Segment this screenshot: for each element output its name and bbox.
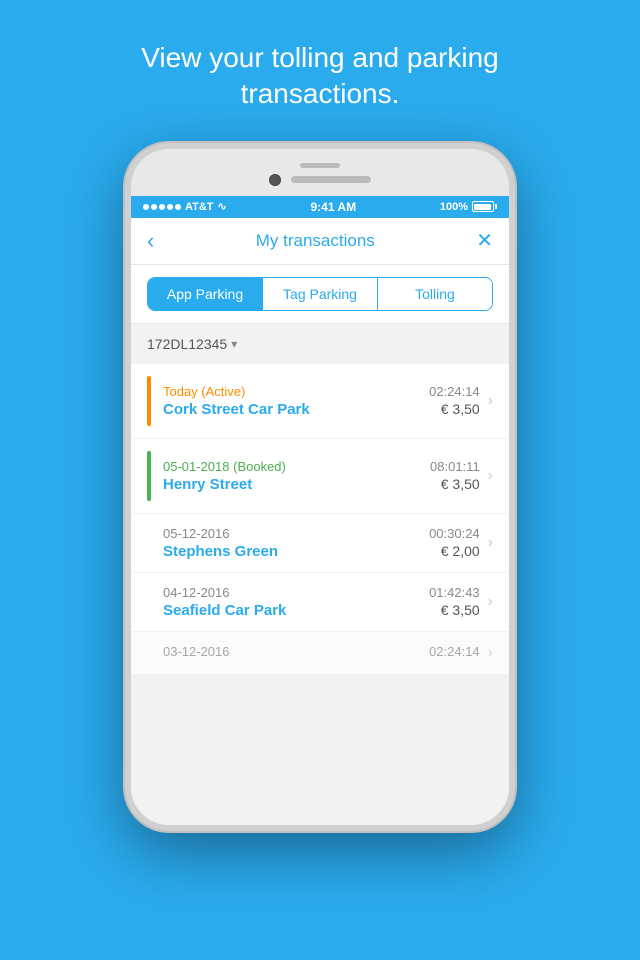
close-button[interactable]: ✕ xyxy=(476,228,493,253)
transaction-details: 01:42:43 € 3,50 xyxy=(429,585,480,618)
battery-body xyxy=(472,201,494,212)
transaction-date: 05-12-2016 xyxy=(163,526,429,541)
vehicle-selector[interactable]: 172DL12345 ▾ xyxy=(131,324,509,364)
transaction-time: 02:24:14 xyxy=(429,384,480,399)
status-time: 9:41 AM xyxy=(311,200,357,214)
wifi-icon: ∿ xyxy=(218,200,227,213)
header-title: View your tolling and parking transactio… xyxy=(141,42,498,109)
chevron-right-icon: › xyxy=(488,593,493,611)
transaction-item[interactable]: 03-12-2016 02:24:14 › xyxy=(131,632,509,674)
back-button[interactable]: ‹ xyxy=(147,228,154,254)
nav-title: My transactions xyxy=(256,231,375,251)
status-bar-indicator xyxy=(147,376,151,426)
transaction-amount: € 3,50 xyxy=(429,602,480,618)
battery-icon xyxy=(472,201,497,212)
status-bar-indicator xyxy=(147,451,151,501)
transaction-date: Today (Active) xyxy=(163,384,429,399)
transaction-time: 00:30:24 xyxy=(429,526,480,541)
phone-speaker-main xyxy=(291,176,371,183)
status-left: AT&T ∿ xyxy=(143,200,227,213)
vehicle-id: 172DL12345 xyxy=(147,336,227,352)
transaction-date: 03-12-2016 xyxy=(163,644,429,659)
transaction-time: 08:01:11 xyxy=(430,459,480,474)
phone-camera-row xyxy=(269,174,371,186)
transaction-details: 00:30:24 € 2,00 xyxy=(429,526,480,559)
status-right: 100% xyxy=(440,201,497,213)
screen-content: App Parking Tag Parking Tolling 172DL123… xyxy=(131,265,509,825)
phone-speaker-top xyxy=(300,163,340,168)
transaction-info: 03-12-2016 xyxy=(163,644,429,661)
phone-body: AT&T ∿ 9:41 AM 100% ‹ My transactions ✕ xyxy=(125,143,515,831)
transaction-item[interactable]: 05-01-2018 (Booked) Henry Street 08:01:1… xyxy=(131,439,509,513)
status-bar: AT&T ∿ 9:41 AM 100% xyxy=(131,196,509,218)
transaction-amount: € 2,00 xyxy=(429,543,480,559)
transaction-location: Stephens Green xyxy=(163,543,429,560)
transaction-info: Today (Active) Cork Street Car Park xyxy=(163,384,429,418)
phone-mockup: AT&T ∿ 9:41 AM 100% ‹ My transactions ✕ xyxy=(0,143,640,831)
tab-app-parking[interactable]: App Parking xyxy=(148,278,263,310)
tab-tolling[interactable]: Tolling xyxy=(378,278,492,310)
chevron-right-icon: › xyxy=(488,467,493,485)
carrier-label: AT&T xyxy=(185,201,214,213)
tabs: App Parking Tag Parking Tolling xyxy=(147,277,493,311)
tabs-container: App Parking Tag Parking Tolling xyxy=(131,265,509,324)
battery-tip xyxy=(495,204,497,209)
page-header-text: View your tolling and parking transactio… xyxy=(0,0,640,133)
chevron-right-icon: › xyxy=(488,392,493,410)
signal-dot-4 xyxy=(167,204,173,210)
transaction-date: 05-01-2018 (Booked) xyxy=(163,459,430,474)
tab-tag-parking[interactable]: Tag Parking xyxy=(263,278,378,310)
transaction-item[interactable]: Today (Active) Cork Street Car Park 02:2… xyxy=(131,364,509,438)
battery-fill xyxy=(474,204,491,210)
battery-percent: 100% xyxy=(440,201,468,213)
transaction-info: 04-12-2016 Seafield Car Park xyxy=(163,585,429,619)
dropdown-arrow-icon: ▾ xyxy=(231,337,237,351)
signal-dots xyxy=(143,204,181,210)
chevron-right-icon: › xyxy=(488,534,493,552)
chevron-right-icon: › xyxy=(488,644,493,662)
transaction-amount: € 3,50 xyxy=(429,401,480,417)
transaction-info: 05-01-2018 (Booked) Henry Street xyxy=(163,459,430,493)
transaction-location: Cork Street Car Park xyxy=(163,401,429,418)
transaction-details: 02:24:14 € 3,50 xyxy=(429,384,480,417)
signal-dot-3 xyxy=(159,204,165,210)
transaction-details: 02:24:14 xyxy=(429,644,480,661)
transaction-date: 04-12-2016 xyxy=(163,585,429,600)
transaction-details: 08:01:11 € 3,50 xyxy=(430,459,480,492)
transaction-item[interactable]: 05-12-2016 Stephens Green 00:30:24 € 2,0… xyxy=(131,514,509,572)
transaction-time: 02:24:14 xyxy=(429,644,480,659)
phone-camera xyxy=(269,174,281,186)
transaction-location: Seafield Car Park xyxy=(163,602,429,619)
nav-bar: ‹ My transactions ✕ xyxy=(131,218,509,265)
transaction-location: Henry Street xyxy=(163,476,430,493)
signal-dot-1 xyxy=(143,204,149,210)
signal-dot-2 xyxy=(151,204,157,210)
transaction-amount: € 3,50 xyxy=(430,476,480,492)
transaction-item[interactable]: 04-12-2016 Seafield Car Park 01:42:43 € … xyxy=(131,573,509,631)
phone-top-hardware xyxy=(131,149,509,196)
transaction-info: 05-12-2016 Stephens Green xyxy=(163,526,429,560)
signal-dot-5 xyxy=(175,204,181,210)
transactions-list: Today (Active) Cork Street Car Park 02:2… xyxy=(131,364,509,674)
transaction-time: 01:42:43 xyxy=(429,585,480,600)
